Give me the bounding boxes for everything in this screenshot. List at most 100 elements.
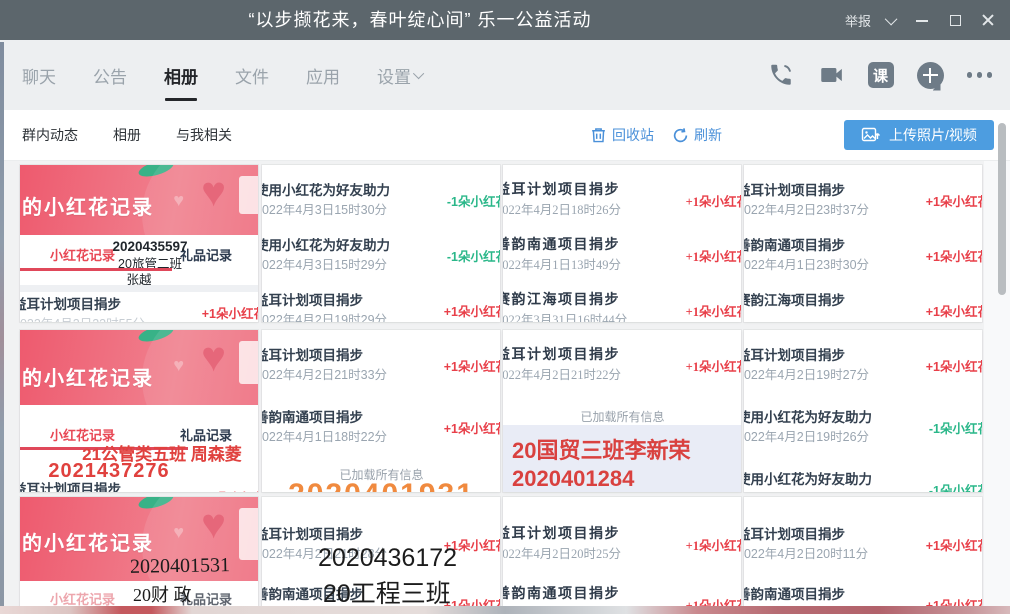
flower-delta-label: +1朵小红花 xyxy=(686,535,741,554)
voice-call-icon[interactable] xyxy=(768,62,794,88)
tab-announcement[interactable]: 公告 xyxy=(93,63,127,88)
student-class-overlay: 20财 政 xyxy=(133,581,192,607)
main-tab-bar: 聊天 公告 相册 文件 应用 设置 课 xyxy=(0,40,1010,110)
app-window: “以步撷花来，春叶绽心间” 乐一公益活动 举报 聊天 公告 相册 文件 应用 设… xyxy=(0,0,1010,614)
photo-card[interactable]: 益耳计划项目捐步+1朵小红花2022年4月2日20时25分善韵南通项目捐步+1朵… xyxy=(503,497,741,614)
photo-card[interactable]: 的小红花记录♥♥小红花记录礼品记录21公管类五班 周森菱2021437276益耳… xyxy=(20,330,258,492)
header-icons: 课 xyxy=(768,40,993,110)
photo-card[interactable]: 益耳计划项目捐步+1朵小红花2022年4月2日21时33分善韵南通项目捐步+1朵… xyxy=(262,330,500,492)
tab-album[interactable]: 相册 xyxy=(164,63,198,88)
scrollbar-track[interactable] xyxy=(984,160,1010,614)
trash-icon xyxy=(590,126,607,144)
course-icon-label: 课 xyxy=(873,65,888,86)
leaf-icon xyxy=(137,165,175,180)
photo-item: 使用小红花为好友助力-1朵小红花2022年4月2日19时25分 xyxy=(744,470,982,492)
photo-item: 益耳计划项目捐步+1朵小红花2022年4月2日18时26分 xyxy=(503,181,741,220)
flower-delta-label: +1朵小红花 xyxy=(926,191,982,210)
student-name-overlay: 20国贸三班李新荣2020401284 xyxy=(503,425,741,492)
background-window-edge xyxy=(0,42,4,614)
photo-item: 善韵南通项目捐步+1朵小红花2022年4月1日13时49分 xyxy=(503,236,741,275)
recycle-bin-button[interactable]: 回收站 xyxy=(590,125,654,145)
photo-item: 善韵南通项目捐步+1朵小红花2022年4月1日18时22分 xyxy=(262,408,500,447)
window-controls: 举报 xyxy=(845,0,996,40)
photo-item-title: 益耳计划项目捐步 xyxy=(20,480,198,492)
gift-icon xyxy=(239,508,258,560)
gift-icon xyxy=(239,176,258,214)
flower-delta-label: +1朵小红花 xyxy=(686,191,741,210)
photo-item: 使用小红花为好友助力-1朵小红花2022年4月2日19时26分 xyxy=(744,408,982,447)
photo-content: 益耳计划项目捐步+1朵小红花2022年4月2日23时37分善韵南通项目捐步+1朵… xyxy=(744,165,982,322)
flower-delta-label: +1朵小红花 xyxy=(926,246,982,265)
flower-delta-label: +1朵小红花 xyxy=(202,303,258,322)
course-icon[interactable]: 课 xyxy=(868,62,894,88)
add-icon[interactable] xyxy=(917,62,944,89)
title-bar: “以步撷花来，春叶绽心间” 乐一公益活动 举报 xyxy=(0,0,1010,40)
photo-card[interactable]: 益耳计划项目捐步+1朵小红花2022年4月2日21时28分善韵南通项目捐步+1朵… xyxy=(262,497,500,614)
leaf-icon xyxy=(137,497,175,512)
photo-grid: 的小红花记录♥♥小红花记录礼品记录202043559720旅管二班张越益耳计划项… xyxy=(0,160,1010,614)
photo-content: 益耳计划项目捐步+1朵小红花2022年4月2日19时27分使用小红花为好友助力-… xyxy=(744,330,982,492)
report-button[interactable]: 举报 xyxy=(845,11,871,30)
photo-card[interactable]: 益耳计划项目捐步+1朵小红花2022年4月2日23时37分善韵南通项目捐步+1朵… xyxy=(744,165,982,322)
heart-icon: ♥ xyxy=(201,503,226,545)
photo-card[interactable]: 使用小红花为好友助力-1朵小红花2022年4月3日15时30分使用小红花为好友助… xyxy=(262,165,500,322)
photo-item-date: 2022年4月2日22时55分 xyxy=(20,315,145,322)
photo-content: 益耳计划项目捐步+1朵小红花2022年4月2日18时26分善韵南通项目捐步+1朵… xyxy=(503,165,741,322)
banner-title: 的小红花记录 xyxy=(22,527,154,556)
photo-item: 赛韵江海项目捐步+1朵小红花2022年3月31日16时44分 xyxy=(503,291,741,322)
photo-content: 益耳计划项目捐步+1朵小红花2022年4月2日21时22分已加载所有信息20国贸… xyxy=(503,330,741,492)
flower-delta-label: +1朵小红花 xyxy=(202,487,258,492)
heart-icon: ♥ xyxy=(173,523,184,541)
photo-content: 益耳计划项目捐步+1朵小红花2022年4月2日20时25分善韵南通项目捐步+1朵… xyxy=(503,497,741,614)
student-id-text: 2020435597 xyxy=(86,239,214,255)
photo-card[interactable]: 益耳计划项目捐步+1朵小红花2022年4月2日19时27分使用小红花为好友助力-… xyxy=(744,330,982,492)
toolbar-actions: 回收站 刷新 上传照片/视频 xyxy=(590,110,994,160)
maximize-button[interactable] xyxy=(947,12,963,28)
divider xyxy=(20,285,258,292)
refresh-button[interactable]: 刷新 xyxy=(672,125,722,145)
flower-delta-label: +1朵小红花 xyxy=(686,301,741,320)
subtab-albums[interactable]: 相册 xyxy=(113,125,141,145)
photo-card[interactable]: 益耳计划项目捐步+1朵小红花2022年4月2日20时11分善韵南通项目捐步+1朵… xyxy=(744,497,982,614)
student-class-overlay: 20工程三班 xyxy=(323,574,451,610)
photo-item: 益耳计划项目捐步+1朵小红花2022年4月2日21时22分 xyxy=(503,346,741,385)
photo-content: 使用小红花为好友助力-1朵小红花2022年4月3日15时30分使用小红花为好友助… xyxy=(262,165,500,322)
chevron-down-icon[interactable] xyxy=(885,12,898,25)
heart-icon: ♥ xyxy=(173,356,184,374)
banner-title: 的小红花记录 xyxy=(22,191,154,220)
leaf-icon xyxy=(137,330,175,345)
photo-content: 益耳计划项目捐步+1朵小红花2022年4月2日21时28分善韵南通项目捐步+1朵… xyxy=(262,497,500,614)
photo-item-title: 益耳计划项目捐步 xyxy=(20,295,198,315)
refresh-icon xyxy=(672,127,689,144)
student-class-name: 20国贸三班李新荣 xyxy=(512,437,741,465)
photo-item: 善韵南通项目捐步+1朵小红花2022年4月1日23时30分 xyxy=(744,236,982,275)
tab-apps[interactable]: 应用 xyxy=(306,63,340,88)
tab-chat[interactable]: 聊天 xyxy=(22,63,56,88)
flower-delta-label: +1朵小红花 xyxy=(444,301,500,320)
more-icon[interactable] xyxy=(967,72,993,78)
photo-item: 益耳计划项目捐步+1朵小红花2022年4月2日20时11分 xyxy=(744,525,982,564)
tab-settings[interactable]: 设置 xyxy=(377,63,424,88)
tab-files[interactable]: 文件 xyxy=(235,63,269,88)
photo-item: 赛韵江海项目捐步+1朵小红花 xyxy=(744,291,982,311)
student-id-overlay: 2020401931 xyxy=(262,478,500,492)
scrollbar-thumb[interactable] xyxy=(998,123,1006,295)
photo-card[interactable]: 益耳计划项目捐步+1朵小红花2022年4月2日21时22分已加载所有信息20国贸… xyxy=(503,330,741,492)
student-id-overlay: 2020401531 xyxy=(130,554,230,579)
minimize-button[interactable] xyxy=(914,12,930,28)
recycle-bin-label: 回收站 xyxy=(612,125,654,145)
photo-card[interactable]: 的小红花记录♥♥小红花记录礼品记录202043559720旅管二班张越益耳计划项… xyxy=(20,165,258,322)
tab-settings-label: 设置 xyxy=(377,63,411,88)
photo-card[interactable]: 益耳计划项目捐步+1朵小红花2022年4月2日18时26分善韵南通项目捐步+1朵… xyxy=(503,165,741,322)
active-tab-underline xyxy=(20,268,172,271)
flower-delta-label: +1朵小红花 xyxy=(926,535,982,554)
video-call-icon[interactable] xyxy=(817,62,845,88)
upload-photo-video-button[interactable]: 上传照片/视频 xyxy=(844,120,994,150)
chevron-down-icon xyxy=(413,68,424,79)
subtab-group-feed[interactable]: 群内动态 xyxy=(22,125,78,145)
photo-card[interactable]: 的小红花记录♥♥2020401531小红花记录礼品记录20财 政 xyxy=(20,497,258,614)
close-button[interactable] xyxy=(980,12,996,28)
subtab-related-to-me[interactable]: 与我相关 xyxy=(176,125,232,145)
refresh-label: 刷新 xyxy=(694,125,722,145)
photo-item: 善韵南通项目捐步+1朵小红花 xyxy=(503,585,741,605)
